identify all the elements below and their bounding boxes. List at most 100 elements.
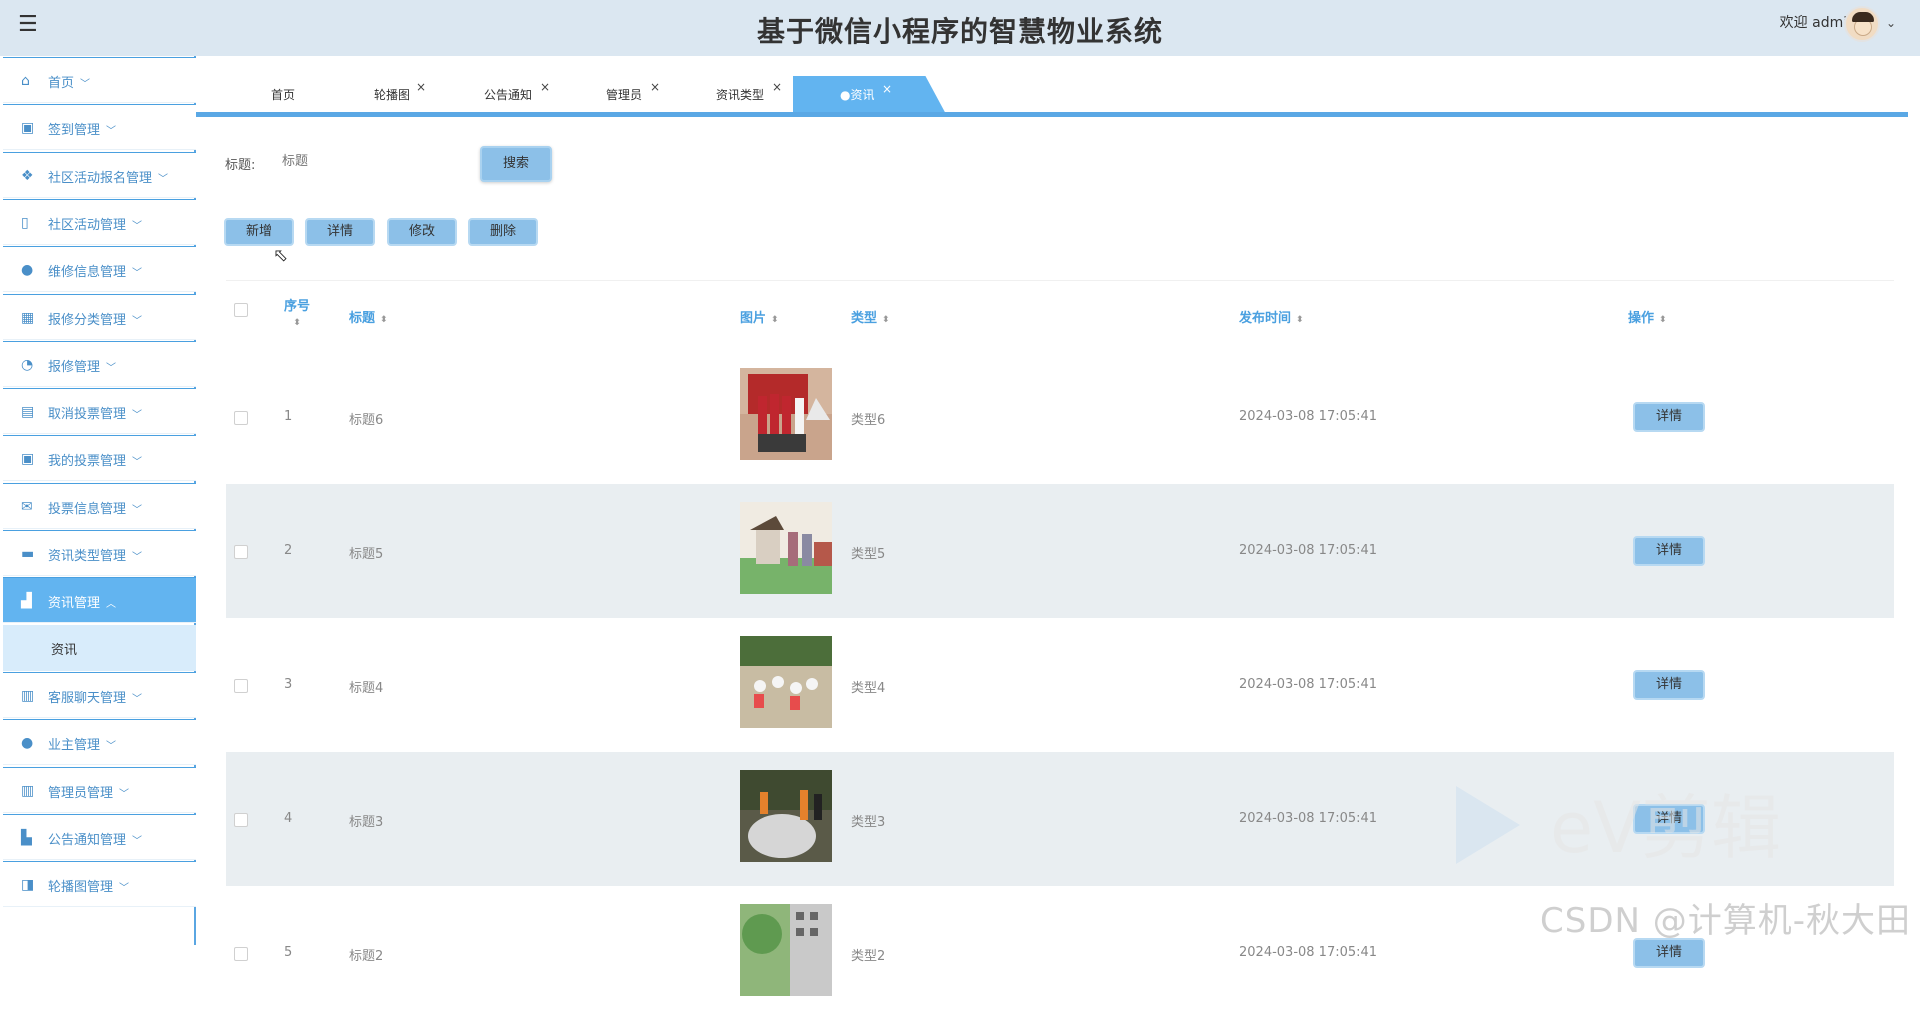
sidebar-item[interactable]: ▦ 报修分类管理 ﹀	[3, 293, 196, 340]
column-label: 发布时间	[1239, 311, 1292, 326]
sidebar-item-label: 业主管理	[48, 738, 101, 754]
row-checkbox[interactable]	[234, 411, 248, 425]
column-header-image[interactable]: 图片 ⬍	[740, 307, 779, 326]
column-header-action[interactable]: 操作 ⬍	[1628, 307, 1667, 326]
sidebar-item[interactable]: ▥ 管理员管理 ﹀	[3, 766, 196, 813]
cell-index: 2	[284, 543, 293, 558]
column-label: 图片	[740, 311, 767, 326]
tab-news-type[interactable]: 资讯类型 ×	[716, 80, 782, 103]
sidebar-item-label: 维修信息管理	[48, 265, 127, 281]
table-row[interactable]: 3 标题4 类型4 2024-03-08 17:05:41 详情	[226, 618, 1894, 752]
edit-button[interactable]: 修改	[387, 218, 457, 246]
chevron-down-icon: ﹀	[158, 173, 169, 185]
delete-button[interactable]: 删除	[468, 218, 538, 246]
chevron-down-icon: ﹀	[132, 504, 143, 516]
sidebar-item[interactable]: ● 业主管理 ﹀	[3, 719, 196, 766]
sidebar-subitem-news[interactable]: 资讯	[3, 624, 196, 671]
news-thumbnail[interactable]	[740, 368, 832, 460]
sidebar-item[interactable]: ⌂ 首页 ﹀	[3, 57, 196, 103]
tab-admin[interactable]: 管理员 ×	[606, 80, 660, 103]
chevron-down-icon: ﹀	[106, 362, 117, 374]
sidebar-item[interactable]: ▬ 资讯类型管理 ﹀	[3, 530, 196, 576]
column-header-time[interactable]: 发布时间 ⬍	[1239, 307, 1304, 326]
cell-index: 1	[284, 409, 293, 424]
row-detail-button[interactable]: 详情	[1633, 402, 1705, 432]
circle-icon: ●	[21, 262, 34, 279]
apps-icon: ❖	[21, 167, 34, 184]
tab-home[interactable]: 首页	[271, 86, 295, 103]
cell-title: 标题2	[349, 949, 384, 964]
sidebar-item[interactable]: ▙ 公告通知管理 ﹀	[3, 813, 196, 860]
tab-news[interactable]: ●资讯	[840, 86, 874, 103]
sidebar-item-label: 报修分类管理	[48, 312, 127, 328]
sidebar-item[interactable]: ◨ 轮播图管理 ﹀	[3, 861, 196, 908]
sidebar-item-text: 报修管理 ﹀	[48, 356, 116, 375]
sidebar-item[interactable]: ✉ 投票信息管理 ﹀	[3, 482, 196, 529]
close-icon[interactable]: ×	[540, 80, 550, 94]
sort-icon[interactable]: ⬍	[293, 318, 301, 328]
cell-type: 类型2	[851, 949, 886, 964]
tab-notice[interactable]: 公告通知 ×	[484, 80, 550, 103]
avatar[interactable]	[1844, 6, 1880, 42]
sidebar-item-label: 我的投票管理	[48, 454, 127, 470]
news-thumbnail[interactable]	[740, 636, 832, 728]
sidebar-item[interactable]: ▣ 签到管理 ﹀	[3, 104, 196, 151]
sort-icon[interactable]: ⬍	[380, 315, 388, 325]
table-row[interactable]: 2 标题5 类型5 2024-03-08 17:05:41 详情	[226, 484, 1894, 618]
sidebar-item[interactable]: ❖ 社区活动报名管理 ﹀	[3, 151, 196, 198]
row-checkbox[interactable]	[234, 947, 248, 961]
row-detail-button[interactable]: 详情	[1633, 536, 1705, 566]
sidebar-item-label: 投票信息管理	[48, 501, 127, 517]
search-label: 标题:	[225, 158, 256, 173]
row-checkbox[interactable]	[234, 679, 248, 693]
row-checkbox[interactable]	[234, 813, 248, 827]
sort-icon[interactable]: ⬍	[1659, 315, 1667, 325]
sort-icon[interactable]: ⬍	[882, 315, 890, 325]
add-button[interactable]: 新增	[224, 218, 294, 246]
close-icon[interactable]: ×	[772, 80, 782, 94]
sort-icon[interactable]: ⬍	[771, 315, 779, 325]
sidebar-item[interactable]: ▥ 客服聊天管理 ﹀	[3, 671, 196, 718]
row-checkbox[interactable]	[234, 545, 248, 559]
cell-time: 2024-03-08 17:05:41	[1239, 409, 1378, 424]
chevron-down-icon: ﹀	[132, 410, 143, 422]
column-header-type[interactable]: 类型 ⬍	[851, 307, 890, 326]
sidebar-item[interactable]: ▤ 取消投票管理 ﹀	[3, 388, 196, 435]
toggle-icon: ◨	[21, 877, 35, 894]
tab-label: 首页	[271, 88, 296, 102]
column-header-title[interactable]: 标题 ⬍	[349, 307, 388, 326]
table-row[interactable]: 1 标题6 类型6 2024-03-08 17:05:41 详情	[226, 350, 1894, 484]
news-thumbnail[interactable]	[740, 770, 832, 862]
search-button[interactable]: 搜索	[480, 146, 552, 182]
row-detail-button[interactable]: 详情	[1633, 670, 1705, 700]
sidebar-item-text: 社区活动管理 ﹀	[48, 214, 142, 233]
cell-title: 标题6	[349, 413, 384, 428]
select-all-checkbox[interactable]	[234, 303, 248, 317]
sort-icon[interactable]: ⬍	[1296, 315, 1304, 325]
sidebar-item-label: 社区活动报名管理	[48, 170, 153, 186]
news-thumbnail[interactable]	[740, 502, 832, 594]
tab-label: 轮播图	[374, 88, 411, 102]
top-header: ☰ 基于微信小程序的智慧物业系统 欢迎 admin ⌄	[0, 0, 1920, 56]
search-input[interactable]	[278, 146, 468, 176]
sidebar-item[interactable]: ▯ 社区活动管理 ﹀	[3, 198, 196, 245]
close-icon[interactable]: ×	[650, 80, 660, 94]
chevron-down-icon[interactable]: ⌄	[1886, 16, 1896, 30]
sidebar-item[interactable]: ▟ 资讯管理 ︿	[3, 577, 196, 624]
close-icon[interactable]: ×	[416, 80, 426, 94]
cell-index: 4	[284, 811, 293, 826]
sidebar-item[interactable]: ● 维修信息管理 ﹀	[3, 246, 196, 293]
mail-icon: ✉	[21, 498, 33, 515]
detail-button[interactable]: 详情	[305, 218, 375, 246]
sidebar-item-text: 资讯管理 ︿	[48, 592, 116, 611]
cell-type: 类型3	[851, 815, 886, 830]
sidebar-item[interactable]: ◔ 报修管理 ﹀	[3, 340, 196, 387]
sidebar-item[interactable]: ▣ 我的投票管理 ﹀	[3, 435, 196, 482]
close-icon[interactable]: ×	[882, 82, 892, 96]
chevron-down-icon: ﹀	[132, 552, 143, 563]
news-thumbnail[interactable]	[740, 904, 832, 996]
tab-carousel[interactable]: 轮播图 ×	[374, 80, 426, 103]
row-detail-button[interactable]: 详情	[1633, 938, 1705, 968]
sidebar-item-label: 公告通知管理	[48, 832, 127, 848]
column-header-index[interactable]: 序号 ⬍	[284, 295, 310, 329]
